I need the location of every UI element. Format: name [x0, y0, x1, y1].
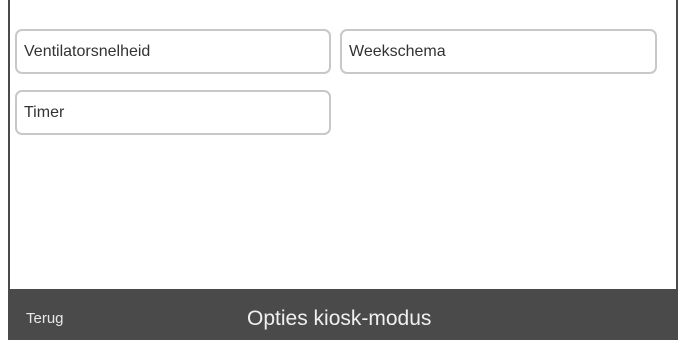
- page-title: Opties kiosk-modus: [247, 307, 432, 330]
- fan-speed-button[interactable]: Ventilatorsnelheid: [15, 29, 331, 74]
- kiosk-options-screen: Ventilatorsnelheid Weekschema Timer Teru…: [0, 0, 678, 340]
- back-button[interactable]: Terug: [26, 289, 64, 340]
- week-schedule-button[interactable]: Weekschema: [340, 29, 657, 74]
- footer-bar: Terug Opties kiosk-modus: [8, 289, 678, 340]
- frame-left-border: [8, 0, 10, 289]
- timer-button[interactable]: Timer: [15, 90, 331, 135]
